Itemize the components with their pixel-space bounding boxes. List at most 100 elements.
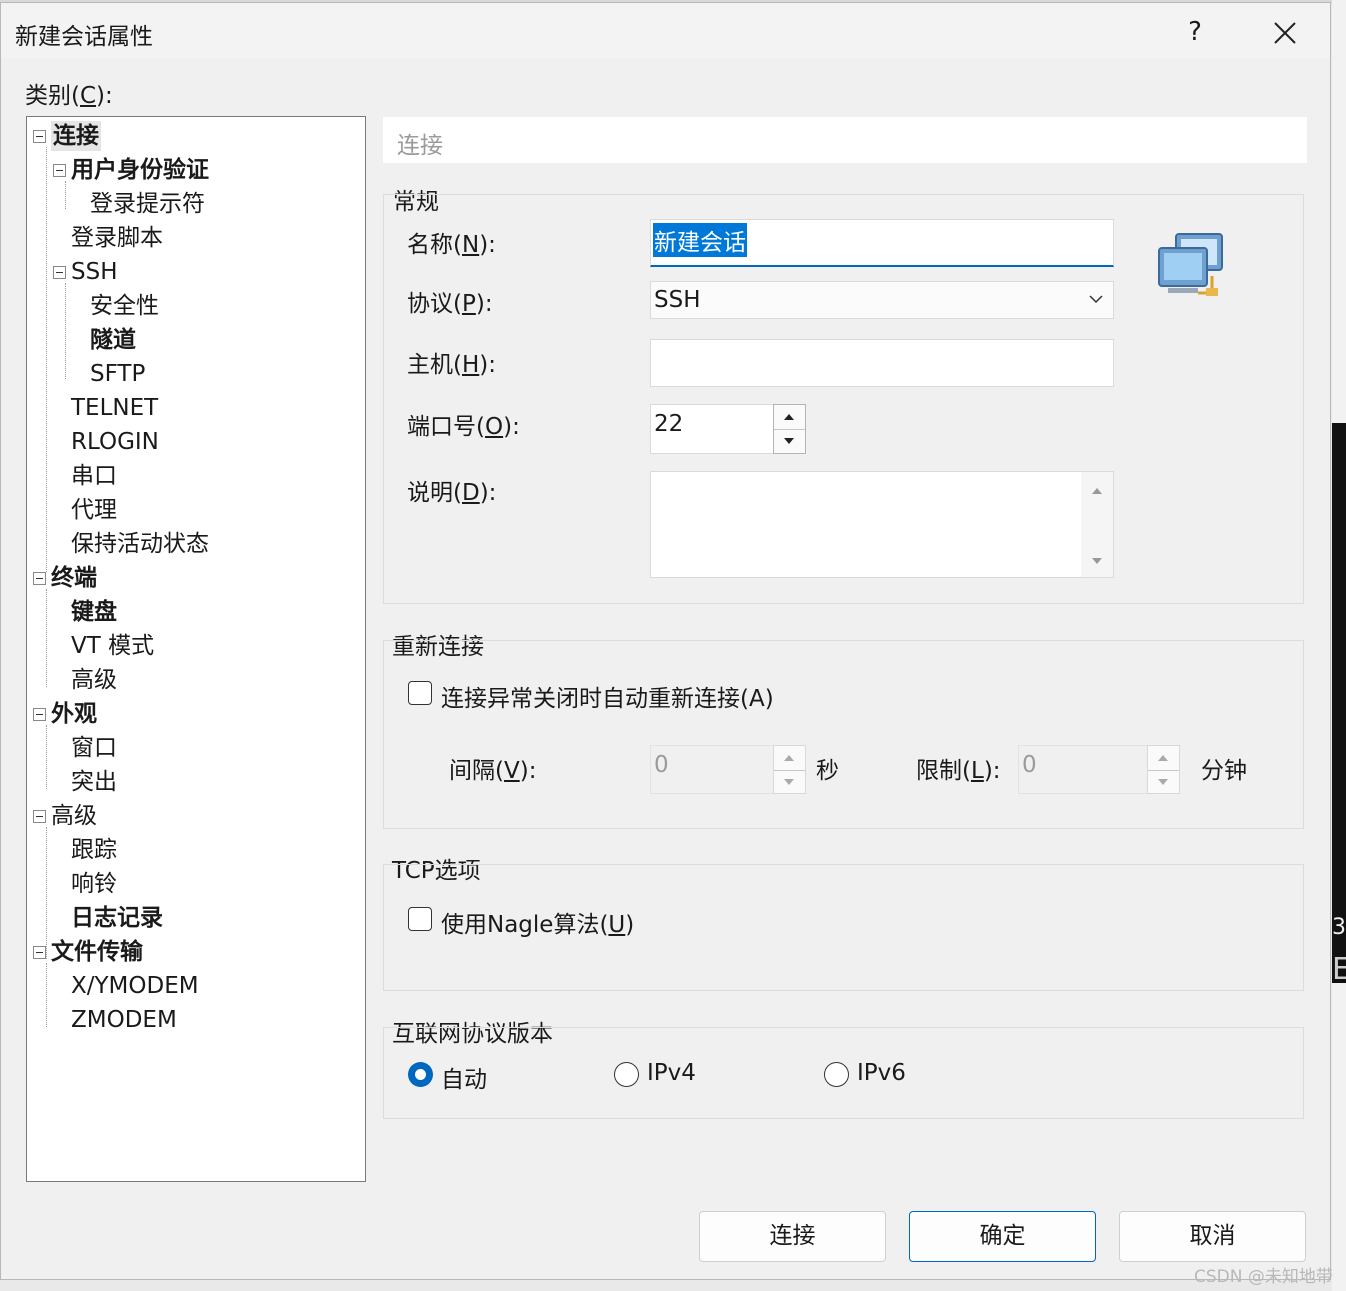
scroll-down-icon [1092,558,1102,564]
limit-spin-down-button[interactable] [1148,769,1179,795]
arrow-down-icon [784,438,794,444]
tree-line [46,963,47,1027]
name-label: 名称(N): [407,232,496,258]
tree-item[interactable]: 响铃 [71,869,117,899]
limit-unit: 分钟 [1201,758,1247,784]
arrow-down-icon [1158,778,1168,785]
tree-line [46,827,47,959]
tree-item[interactable]: TELNET [71,393,158,423]
host-input[interactable] [650,339,1114,387]
port-input-value: 22 [654,411,684,437]
tree-item[interactable]: 串口 [71,461,117,491]
arrow-up-icon [1158,755,1168,761]
ipv4-radio[interactable] [614,1062,639,1087]
tree-item[interactable]: 安全性 [90,291,159,321]
auto-reconnect-checkbox[interactable] [408,681,432,705]
tree-item[interactable]: 键盘 [71,597,117,627]
tree-item[interactable]: VT 模式 [71,631,154,661]
tree-item[interactable]: ZMODEM [71,1005,177,1035]
ip-auto-label[interactable]: 自动 [441,1060,487,1094]
interval-spin-buttons [773,745,806,794]
tree-item[interactable]: 保持活动状态 [71,529,209,559]
tree-item[interactable]: 窗口 [71,733,117,763]
nagle-label[interactable]: 使用Nagle算法(U) [441,905,634,939]
tree-item[interactable]: 登录提示符 [90,189,205,219]
tree-collapse-icon[interactable] [33,572,46,585]
ipv6-label[interactable]: IPv6 [857,1060,906,1086]
tree-line [46,725,47,789]
arrow-down-icon [784,778,794,785]
scroll-up-icon [1092,488,1102,494]
close-button[interactable] [1261,13,1309,53]
reconnect-group [383,640,1304,829]
tree-line [46,147,47,572]
port-label: 端口号(O): [407,414,520,440]
tree-line [46,589,47,687]
tree-collapse-icon[interactable] [33,130,46,143]
limit-spinner: 0 [1018,745,1182,794]
tree-item[interactable]: SFTP [90,359,145,389]
description-scrollbar[interactable] [1081,472,1113,577]
connect-button[interactable]: 连接 [699,1211,886,1262]
name-input-value: 新建会话 [653,223,747,257]
tree-item[interactable]: 外观 [51,699,97,729]
protocol-select[interactable]: SSH [650,281,1114,319]
interval-spin-up-button[interactable] [774,746,805,770]
interval-spin-down-button[interactable] [774,769,805,795]
limit-spin-up-button[interactable] [1148,746,1179,770]
tree-item[interactable]: 跟踪 [71,835,117,865]
name-input[interactable]: 新建会话 [650,219,1114,267]
interval-spinner: 0 [650,745,807,794]
help-button[interactable]: ? [1177,13,1213,51]
tree-item[interactable]: 日志记录 [71,903,163,933]
tree-item[interactable]: 连接 [51,121,101,151]
tree-item[interactable]: 高级 [51,801,97,831]
protocol-label: 协议(P): [407,291,493,317]
tree-item[interactable]: SSH [71,257,118,287]
ipv6-radio[interactable] [824,1062,849,1087]
tree-collapse-icon[interactable] [33,810,46,823]
description-label: 说明(D): [407,480,497,506]
tree-collapse-icon[interactable] [33,946,46,959]
tree-item[interactable]: RLOGIN [71,427,159,457]
nagle-checkbox[interactable] [408,907,432,931]
port-spin-up-button[interactable] [774,405,805,429]
tree-item[interactable]: 代理 [71,495,117,525]
section-header-title: 连接 [397,133,443,159]
protocol-select-value: SSH [654,287,701,313]
background-terminal [1332,423,1346,983]
tree-item[interactable]: 突出 [71,767,117,797]
section-header: 连接 [383,117,1307,163]
tree-item[interactable]: 终端 [51,563,97,593]
port-input[interactable]: 22 [650,404,774,454]
tree-item[interactable]: 文件传输 [51,937,143,967]
ok-button[interactable]: 确定 [909,1211,1096,1262]
tree-item[interactable]: X/YMODEM [71,971,199,1001]
ip-auto-radio[interactable] [408,1062,433,1087]
ipv4-label[interactable]: IPv4 [647,1060,696,1086]
port-spin-down-button[interactable] [774,429,805,454]
port-spinner: 22 [650,404,807,454]
close-icon [1274,22,1296,44]
auto-reconnect-label[interactable]: 连接异常关闭时自动重新连接(A) [441,679,774,713]
title-bar: 新建会话属性 ? [1,3,1330,59]
tree-item[interactable]: 登录脚本 [71,223,163,253]
description-textarea[interactable] [650,471,1114,578]
interval-input[interactable]: 0 [650,745,774,794]
tree-collapse-icon[interactable] [53,266,66,279]
category-label: 类别(C): [25,83,113,109]
interval-input-value: 0 [654,752,669,778]
limit-input-value: 0 [1022,752,1037,778]
tree-item[interactable]: 隧道 [90,325,136,355]
tree-collapse-icon[interactable] [53,164,66,177]
network-computers-icon [1158,233,1223,296]
category-tree[interactable]: 连接 用户身份验证 登录提示符 登录脚本 SSH 安全性 隧道 SFTP TEL… [26,116,366,1182]
tree-collapse-icon[interactable] [33,708,46,721]
tree-item[interactable]: 高级 [71,665,117,695]
tree-line [65,283,66,379]
limit-input[interactable]: 0 [1018,745,1148,794]
host-label: 主机(H): [407,352,497,378]
interval-label: 间隔(V): [449,758,537,784]
tree-item[interactable]: 用户身份验证 [71,155,209,185]
cancel-button[interactable]: 取消 [1119,1211,1306,1262]
